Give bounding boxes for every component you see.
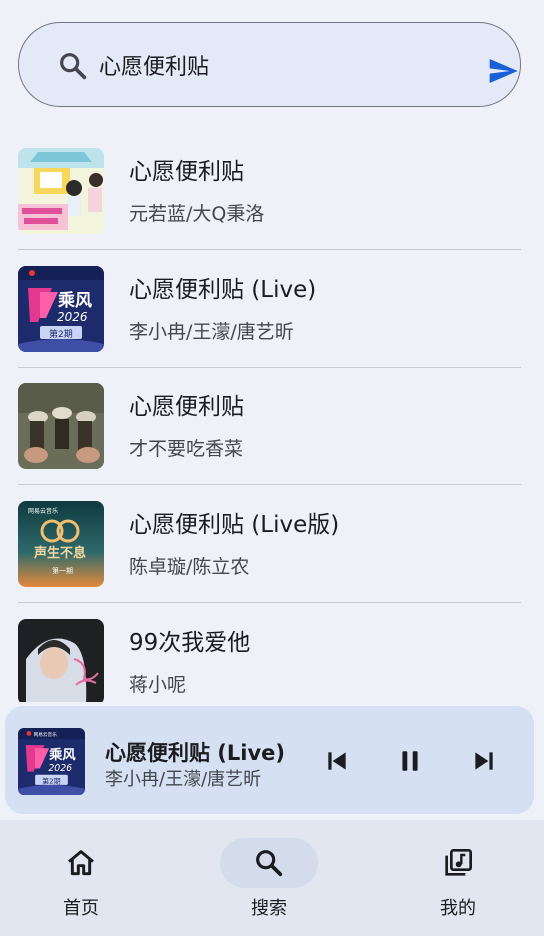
album-cover — [18, 148, 104, 234]
song-artist: 元若蓝/大Q秉洛 — [129, 203, 265, 225]
search-icon — [60, 53, 87, 80]
list-item[interactable]: 99次我爱他 蒋小呢 — [0, 603, 544, 702]
album-cover: 网易云音乐 声生不息 第一期 — [18, 501, 104, 587]
send-icon[interactable] — [485, 55, 521, 87]
cover-text: 第一期 — [52, 566, 73, 575]
cover-text: 网易云音乐 — [28, 507, 58, 515]
song-artist: 蒋小呢 — [129, 674, 187, 696]
skip-next-icon[interactable] — [471, 748, 497, 774]
skip-previous-icon[interactable] — [324, 748, 350, 774]
list-item[interactable]: 网易云音乐 声生不息 第一期 心愿便利贴 (Live版) 陈卓璇/陈立农 — [0, 485, 544, 603]
now-playing-title: 心愿便利贴 (Live) — [105, 741, 286, 765]
pause-icon[interactable] — [397, 748, 423, 774]
nav-label: 首页 — [63, 898, 99, 919]
cover-text: 第2期 — [49, 328, 73, 340]
cover-text: 2026 — [48, 763, 72, 774]
search-input[interactable] — [99, 43, 459, 87]
album-cover — [18, 619, 104, 702]
song-title: 心愿便利贴 — [129, 159, 244, 185]
search-icon — [256, 850, 283, 877]
list-item[interactable]: 心愿便利贴 元若蓝/大Q秉洛 — [0, 132, 544, 250]
nav-label: 我的 — [440, 898, 476, 919]
bottom-navigation: 首页 搜索 我的 — [0, 820, 544, 936]
library-music-icon — [445, 849, 472, 876]
cover-text: 第2期 — [42, 776, 60, 785]
song-title: 99次我爱他 — [129, 630, 251, 656]
song-title: 心愿便利贴 (Live版) — [129, 512, 340, 538]
song-artist: 才不要吃香菜 — [129, 438, 244, 460]
song-artist: 李小冉/王濛/唐艺昕 — [129, 321, 294, 343]
album-cover — [18, 383, 104, 469]
nav-item-home[interactable]: 首页 — [11, 820, 151, 936]
song-artist: 陈卓璇/陈立农 — [129, 556, 250, 578]
album-cover: 乘风 2026 第2期 — [18, 266, 104, 352]
cover-text: 乘风 — [48, 746, 76, 763]
list-item[interactable]: 乘风 2026 第2期 心愿便利贴 (Live) 李小冉/王濛/唐艺昕 — [0, 250, 544, 368]
mini-player[interactable]: 网易云音乐 乘风 2026 第2期 心愿便利贴 (Live) 李小冉/王濛/唐艺… — [5, 706, 534, 814]
home-icon — [68, 850, 94, 876]
list-item[interactable]: 心愿便利贴 才不要吃香菜 — [0, 367, 544, 485]
now-playing-cover: 网易云音乐 乘风 2026 第2期 — [18, 728, 85, 795]
song-title: 心愿便利贴 (Live) — [129, 277, 317, 303]
nav-item-mine[interactable]: 我的 — [388, 820, 528, 936]
cover-text: 2026 — [57, 310, 88, 324]
nav-label: 搜索 — [251, 898, 287, 919]
search-bar — [18, 22, 521, 107]
song-title: 心愿便利贴 — [129, 394, 244, 420]
cover-text: 乘风 — [57, 291, 92, 311]
search-results-list: 心愿便利贴 元若蓝/大Q秉洛 乘风 2026 第2期 心愿便利贴 (Live) … — [0, 132, 544, 702]
now-playing-artist: 李小冉/王濛/唐艺昕 — [105, 769, 262, 790]
cover-text: 声生不息 — [33, 545, 86, 561]
nav-item-search[interactable]: 搜索 — [199, 820, 339, 936]
